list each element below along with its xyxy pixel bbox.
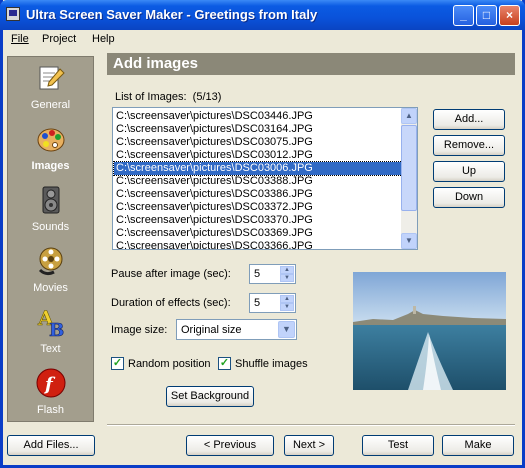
scroll-up-icon[interactable]: ▲ xyxy=(401,108,417,124)
sidebar-item-label: Movies xyxy=(33,282,68,294)
chevron-down-icon[interactable]: ▼ xyxy=(278,321,295,338)
image-list[interactable]: C:\screensaver\pictures\DSC03446.JPG C:\s… xyxy=(112,107,418,250)
list-item[interactable]: C:\screensaver\pictures\DSC03388.JPG xyxy=(114,175,402,188)
pause-stepper[interactable]: 5 ▲ ▼ xyxy=(249,264,296,284)
list-item[interactable]: C:\screensaver\pictures\DSC03366.JPG xyxy=(114,240,402,249)
stepper-up-icon[interactable]: ▲ xyxy=(280,295,294,303)
random-position-label[interactable]: Random position xyxy=(128,358,211,370)
sidebar-item-images[interactable]: Images xyxy=(8,120,93,181)
sidebar-item-text[interactable]: A B Text xyxy=(8,303,93,364)
sidebar-item-label: Flash xyxy=(37,404,64,416)
menu-bar: File Project Help xyxy=(3,30,522,50)
notepad-pencil-icon xyxy=(39,66,65,90)
shuffle-images-label[interactable]: Shuffle images xyxy=(235,358,308,370)
scroll-thumb[interactable] xyxy=(401,125,417,211)
duration-value: 5 xyxy=(254,297,261,309)
minimize-button[interactable]: _ xyxy=(453,5,474,26)
stepper-down-icon[interactable]: ▼ xyxy=(280,274,294,282)
close-button[interactable]: × xyxy=(499,5,520,26)
duration-label: Duration of effects (sec): xyxy=(111,297,231,309)
list-item[interactable]: C:\screensaver\pictures\DSC03372.JPG xyxy=(114,201,402,214)
up-button[interactable]: Up xyxy=(433,161,505,182)
letters-ab-icon: A B xyxy=(37,307,65,337)
menu-help[interactable]: Help xyxy=(92,33,115,45)
sidebar-item-general[interactable]: General xyxy=(8,59,93,120)
window-title: Ultra Screen Saver Maker - Greetings fro… xyxy=(26,7,318,22)
sidebar-item-movies[interactable]: Movies xyxy=(8,242,93,303)
sidebar-item-label: Text xyxy=(40,343,61,355)
list-item[interactable]: C:\screensaver\pictures\DSC03075.JPG xyxy=(114,136,402,149)
stepper-up-icon[interactable]: ▲ xyxy=(280,266,294,274)
duration-stepper[interactable]: 5 ▲ ▼ xyxy=(249,293,296,313)
title-bar[interactable]: Ultra Screen Saver Maker - Greetings fro… xyxy=(0,0,525,30)
app-icon[interactable] xyxy=(6,7,20,21)
list-item[interactable]: C:\screensaver\pictures\DSC03006.JPG xyxy=(113,161,403,176)
list-item[interactable]: C:\screensaver\pictures\DSC03370.JPG xyxy=(114,214,402,227)
sidebar-item-sounds[interactable]: Sounds xyxy=(8,181,93,242)
svg-text:B: B xyxy=(49,320,64,337)
sidebar-item-flash[interactable]: f Flash xyxy=(8,364,93,425)
next-button[interactable]: Next > xyxy=(284,435,334,456)
stepper-down-icon[interactable]: ▼ xyxy=(280,303,294,311)
add-files-button[interactable]: Add Files... xyxy=(7,435,95,456)
scroll-down-icon[interactable]: ▼ xyxy=(401,233,417,249)
shuffle-images-checkbox[interactable]: ✓ xyxy=(218,357,231,370)
remove-button[interactable]: Remove... xyxy=(433,135,505,156)
make-button[interactable]: Make xyxy=(442,435,514,456)
image-size-label: Image size: xyxy=(111,324,168,336)
list-item[interactable]: C:\screensaver\pictures\DSC03012.JPG xyxy=(114,149,402,162)
footer-divider xyxy=(107,424,515,426)
speaker-icon xyxy=(42,186,60,214)
test-button[interactable]: Test xyxy=(362,435,434,456)
image-size-value: Original size xyxy=(181,324,242,336)
palette-icon xyxy=(37,128,65,152)
vertical-scrollbar[interactable]: ▲ ▼ xyxy=(401,108,417,249)
maximize-button[interactable]: □ xyxy=(476,5,497,26)
page-title: Add images xyxy=(107,53,515,75)
down-button[interactable]: Down xyxy=(433,187,505,208)
list-item[interactable]: C:\screensaver\pictures\DSC03164.JPG xyxy=(114,123,402,136)
sidebar-item-label: Sounds xyxy=(31,221,70,233)
pause-label: Pause after image (sec): xyxy=(111,268,231,280)
list-item[interactable]: C:\screensaver\pictures\DSC03446.JPG xyxy=(114,110,402,123)
sidebar: General Images Sounds Movies A B Text f … xyxy=(7,56,94,422)
random-position-checkbox[interactable]: ✓ xyxy=(111,357,124,370)
pause-value: 5 xyxy=(254,268,261,280)
sidebar-item-label: General xyxy=(30,99,71,111)
list-item[interactable]: C:\screensaver\pictures\DSC03369.JPG xyxy=(114,227,402,240)
list-label: List of Images: (5/13) xyxy=(115,91,222,103)
add-button[interactable]: Add... xyxy=(433,109,505,130)
set-background-button[interactable]: Set Background xyxy=(166,386,254,407)
sidebar-item-label: Images xyxy=(31,160,70,172)
flash-logo-icon: f xyxy=(36,368,66,398)
image-size-select[interactable]: Original size ▼ xyxy=(176,319,297,340)
film-reel-icon xyxy=(38,247,63,276)
previous-button[interactable]: < Previous xyxy=(186,435,274,456)
image-preview xyxy=(353,272,506,390)
menu-file[interactable]: File xyxy=(11,33,29,45)
menu-project[interactable]: Project xyxy=(42,33,76,45)
list-item[interactable]: C:\screensaver\pictures\DSC03386.JPG xyxy=(114,188,402,201)
